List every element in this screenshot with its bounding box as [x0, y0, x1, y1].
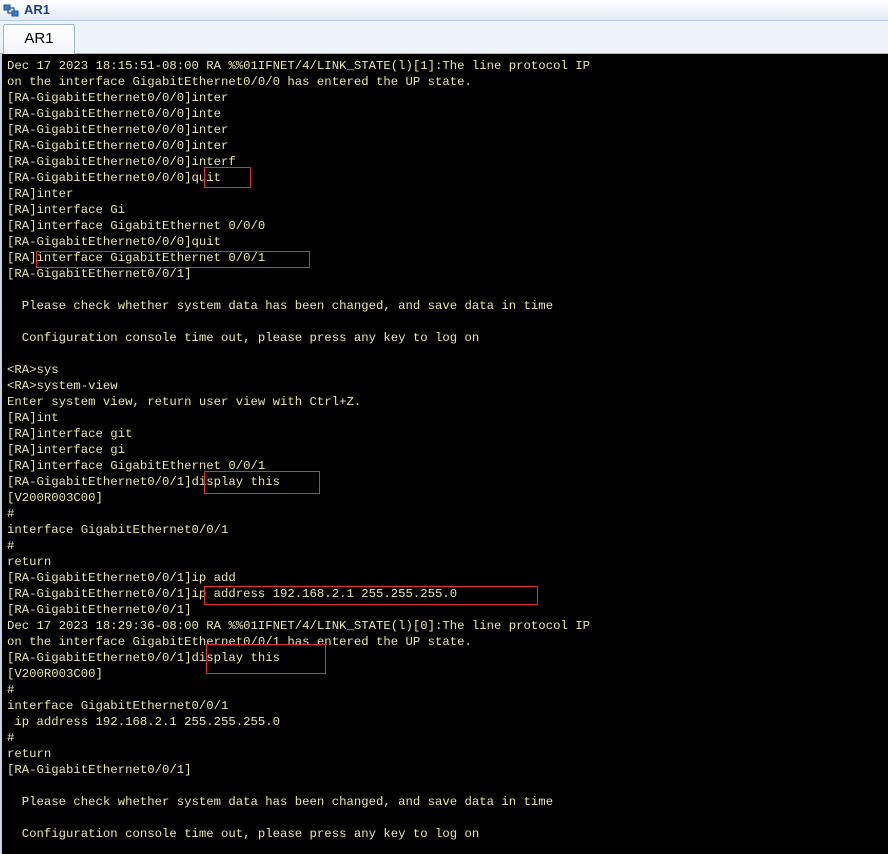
console-line: #	[7, 539, 15, 553]
console-line: Dec 17 2023 18:15:51-08:00 RA %%01IFNET/…	[7, 59, 590, 73]
console-line: [V200R003C00]	[7, 491, 103, 505]
console-line: #	[7, 683, 15, 697]
router-icon	[3, 4, 19, 17]
console-line: Configuration console time out, please p…	[7, 827, 480, 841]
console-line: interface GigabitEthernet0/0/1	[7, 523, 229, 537]
console-line: on the interface GigabitEthernet0/0/0 ha…	[7, 75, 472, 89]
highlight-box-quit	[204, 167, 251, 188]
console-line: [RA-GigabitEthernet0/0/1]ip add	[7, 571, 236, 585]
console-line: [V200R003C00]	[7, 667, 103, 681]
console-line: <RA>system-view	[7, 379, 118, 393]
window-title: AR1	[24, 2, 51, 17]
title-bar: AR1	[0, 0, 888, 21]
console-line: [RA-GigabitEthernet0/0/0]quit	[7, 171, 222, 185]
console-line: Enter system view, return user view with…	[7, 395, 362, 409]
console-line: Please check whether system data has bee…	[7, 299, 554, 313]
console-line: [RA]interface gi	[7, 443, 126, 457]
console-line: #	[7, 731, 15, 745]
console-line: [RA-GigabitEthernet0/0/1]	[7, 267, 192, 281]
console-line: [RA]inter	[7, 187, 74, 201]
console-line: [RA]interface GigabitEthernet 0/0/0	[7, 219, 266, 233]
console-line: Configuration console time out, please p…	[7, 331, 480, 345]
console-line: <RA>sys	[7, 363, 59, 377]
console-line: [RA-GigabitEthernet0/0/0]inte	[7, 107, 222, 121]
console-line: [RA]interface git	[7, 427, 133, 441]
console-line: interface GigabitEthernet0/0/1	[7, 699, 229, 713]
terminal-console[interactable]: Dec 17 2023 18:15:51-08:00 RA %%01IFNET/…	[0, 54, 888, 854]
console-line: [RA-GigabitEthernet0/0/0]inter	[7, 123, 229, 137]
console-line: [RA-GigabitEthernet0/0/0]inter	[7, 139, 229, 153]
highlight-box-ip-address	[204, 586, 538, 605]
console-line: [RA-GigabitEthernet0/0/0]interf	[7, 155, 236, 169]
console-line: [RA]interface Gi	[7, 203, 126, 217]
console-line: [RA-GigabitEthernet0/0/1]	[7, 603, 192, 617]
console-line: Please check whether system data has bee…	[7, 795, 554, 809]
highlight-box-display-this-1	[204, 471, 320, 494]
console-line: return	[7, 747, 52, 761]
console-line: [RA-GigabitEthernet0/0/0]quit	[7, 235, 222, 249]
console-line: Dec 17 2023 18:29:36-08:00 RA %%01IFNET/…	[7, 619, 590, 633]
console-line: [RA-GigabitEthernet0/0/0]inter	[7, 91, 229, 105]
console-line: ip address 192.168.2.1 255.255.255.0	[7, 715, 281, 729]
console-line: [RA]int	[7, 411, 59, 425]
console-line: [RA-GigabitEthernet0/0/1]	[7, 763, 192, 777]
highlight-box-interface-gi-0-0-1	[36, 251, 310, 268]
tab-ar1[interactable]: AR1	[3, 24, 75, 54]
highlight-box-display-this-2	[206, 644, 326, 674]
console-line: return	[7, 555, 52, 569]
tab-bar: AR1	[0, 21, 888, 54]
console-line: #	[7, 507, 15, 521]
